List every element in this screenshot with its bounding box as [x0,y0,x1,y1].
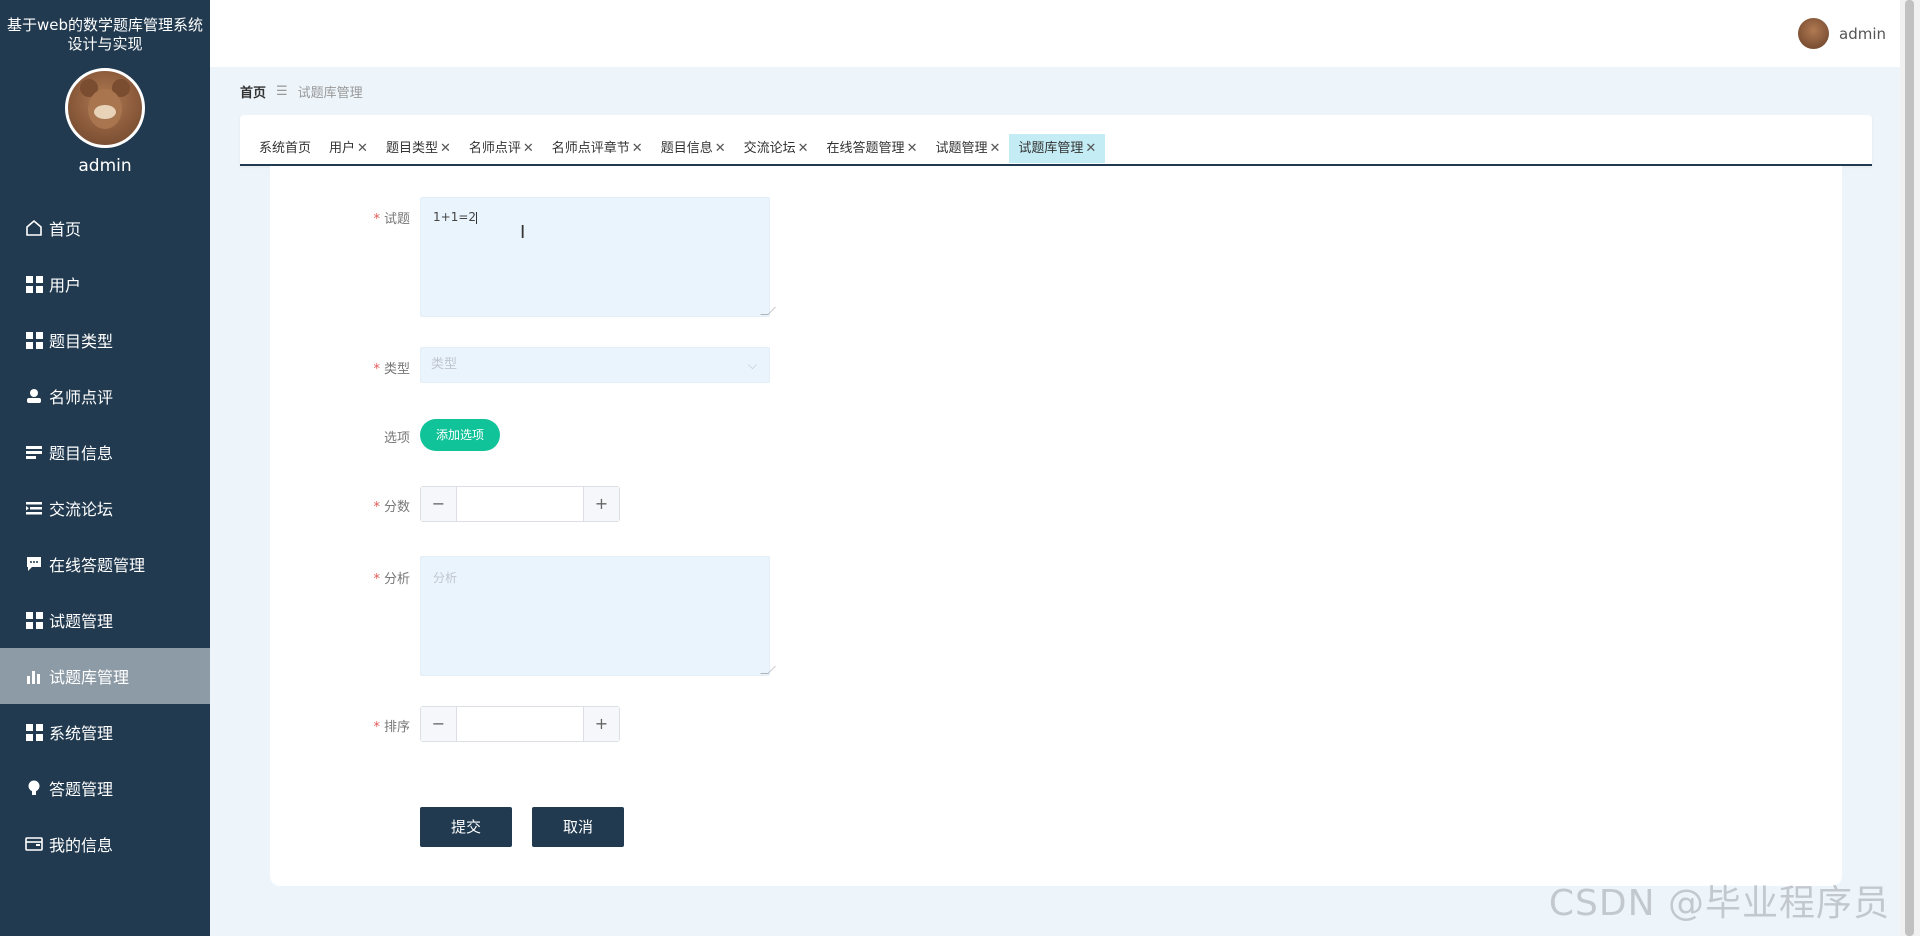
tab-online-answer[interactable]: 在线答题管理 ✕ [818,134,927,163]
sidebar: 基于web的数学题库管理系统设计与实现 admin 首页 用户 题目类型 名师点… [0,0,210,936]
sort-input[interactable] [457,707,583,741]
sidebar-item-question-info[interactable]: 题目信息 [0,424,210,480]
tab-question-bank[interactable]: 试题库管理 ✕ [1009,134,1106,163]
options-label: 选项 [383,431,410,446]
close-icon[interactable]: ✕ [989,141,1000,156]
avatar [65,68,145,148]
sidebar-item-label: 试题库管理 [49,668,130,687]
sidebar-item-label: 我的信息 [49,836,114,855]
sidebar-item-my-info[interactable]: 我的信息 [0,816,210,872]
sidebar-item-label: 题目类型 [49,332,114,351]
scrollbar[interactable] [1900,0,1920,936]
add-option-button[interactable]: 添加选项 [420,419,501,451]
tab-review-chapters[interactable]: 名师点评章节 ✕ [543,134,652,163]
score-label: * 分数 [373,500,410,515]
sort-stepper[interactable]: − + [420,706,620,742]
text-cursor-icon: I [520,222,526,243]
type-select[interactable]: 类型 ⌵ [420,347,770,383]
bar-chart-icon [24,666,44,686]
question-label: * 试题 [373,212,410,227]
user-icon [24,386,44,406]
chevron-down-icon: ⌵ [747,358,757,372]
sidebar-item-label: 试题管理 [49,612,114,631]
sidebar-item-label: 在线答题管理 [49,556,146,575]
header-username: admin [1839,24,1886,43]
type-label: * 类型 [373,362,410,377]
wallet-icon [24,834,44,854]
increment-button[interactable]: + [583,487,619,521]
sidebar-item-home[interactable]: 首页 [0,200,210,256]
tab-teacher-reviews[interactable]: 名师点评 ✕ [460,134,543,163]
cancel-button[interactable]: 取消 [532,807,624,847]
list-icon [24,442,44,462]
tabs-bar: 系统首页 用户 ✕ 题目类型 ✕ 名师点评 ✕ 名师点评章节 ✕ 题目信息 ✕ 交流论坛 ✕… [240,115,1872,166]
sidebar-item-system[interactable]: 系统管理 [0,704,210,760]
resize-handle[interactable] [760,307,776,315]
sidebar-item-users[interactable]: 用户 [0,256,210,312]
sidebar-item-label: 用户 [49,276,82,295]
close-icon[interactable]: ✕ [523,141,534,156]
user-menu[interactable]: admin [1798,18,1886,49]
sidebar-item-teacher-reviews[interactable]: 名师点评 [0,368,210,424]
grid-icon [24,610,44,630]
chat-icon [24,554,44,574]
tab-question-info[interactable]: 题目信息 ✕ [652,134,735,163]
form-card: * 试题 1+1=2 * 类型 类型 ⌵ 选项 添加选项 * 分数 − + * 分析 分… [270,166,1842,886]
sidebar-item-forum[interactable]: 交流论坛 [0,480,210,536]
watermark: CSDN @毕业程序员 [1548,883,1890,924]
analysis-label: * 分析 [373,572,410,587]
sidebar-menu: 首页 用户 题目类型 名师点评 题目信息 交流论坛 在线答题管理 试题管理 试题… [0,200,210,872]
sidebar-item-label: 交流论坛 [49,500,114,519]
question-textarea[interactable]: 1+1=2 [420,197,776,317]
close-icon[interactable]: ✕ [798,141,809,156]
sidebar-item-label: 系统管理 [49,724,114,743]
close-icon[interactable]: ✕ [1085,141,1096,156]
score-input[interactable] [457,487,583,521]
sort-label: * 排序 [373,720,410,735]
sidebar-item-question-bank[interactable]: 试题库管理 [0,648,210,704]
list-indent-icon [24,498,44,518]
analysis-textarea[interactable]: 分析 [420,556,776,676]
sidebar-item-label: 答题管理 [49,780,114,799]
close-icon[interactable]: ✕ [907,141,918,156]
breadcrumb: 首页 ☰ 试题库管理 [240,82,363,101]
decrement-button[interactable]: − [421,487,457,521]
grid-icon [24,330,44,350]
bulb-icon [24,778,44,798]
top-header: admin [210,0,1900,67]
grid-icon [24,274,44,294]
sidebar-item-answers[interactable]: 答题管理 [0,760,210,816]
system-title: 基于web的数学题库管理系统设计与实现 [6,16,204,53]
tab-question-manage[interactable]: 试题管理 ✕ [926,134,1009,163]
tab-question-types[interactable]: 题目类型 ✕ [377,134,460,163]
increment-button[interactable]: + [583,707,619,741]
submit-button[interactable]: 提交 [420,807,512,847]
scrollbar-thumb[interactable] [1905,0,1914,936]
sidebar-item-question-manage[interactable]: 试题管理 [0,592,210,648]
sidebar-username: admin [78,156,132,176]
breadcrumb-home[interactable]: 首页 [240,82,266,101]
close-icon[interactable]: ✕ [715,141,726,156]
decrement-button[interactable]: − [421,707,457,741]
tab-system-home[interactable]: 系统首页 [250,134,320,163]
score-stepper[interactable]: − + [420,486,620,522]
tab-forum[interactable]: 交流论坛 ✕ [735,134,818,163]
sidebar-item-label: 题目信息 [49,444,114,463]
sidebar-item-label: 首页 [49,220,82,239]
menu-icon: ☰ [276,84,288,99]
close-icon[interactable]: ✕ [632,141,643,156]
breadcrumb-current: 试题库管理 [297,86,363,101]
close-icon[interactable]: ✕ [357,141,368,156]
sidebar-item-question-types[interactable]: 题目类型 [0,312,210,368]
grid-icon [24,722,44,742]
avatar [1798,18,1829,49]
sidebar-item-online-answer[interactable]: 在线答题管理 [0,536,210,592]
resize-handle[interactable] [760,666,776,674]
home-icon [24,218,44,238]
tab-users[interactable]: 用户 ✕ [320,134,377,163]
close-icon[interactable]: ✕ [440,141,451,156]
sidebar-item-label: 名师点评 [49,388,114,407]
